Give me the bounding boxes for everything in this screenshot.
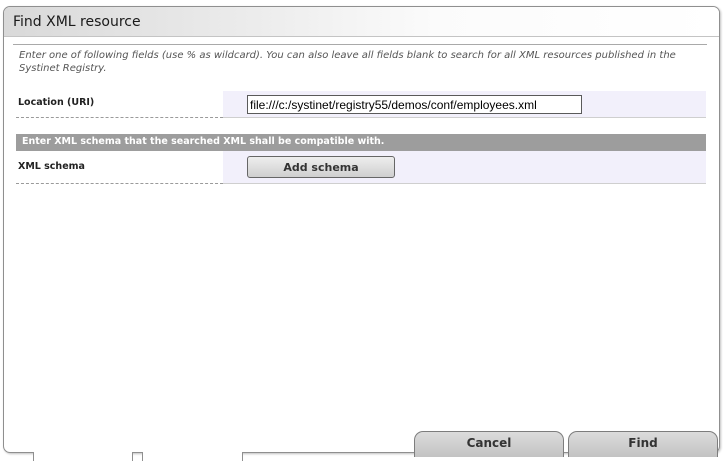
location-value-cell xyxy=(223,91,706,118)
xml-schema-row: XML schema Add schema xyxy=(16,151,706,184)
schema-section-header-text: Enter XML schema that the searched XML s… xyxy=(22,136,385,147)
xml-schema-label-cell: XML schema xyxy=(16,151,223,184)
dialog-title: Find XML resource xyxy=(13,14,141,30)
location-label: Location (URI) xyxy=(18,97,95,108)
find-xml-resource-dialog: Find XML resource Enter one of following… xyxy=(3,6,720,453)
location-row: Location (URI) xyxy=(16,91,706,118)
background-panel-middle xyxy=(142,452,243,461)
top-divider xyxy=(13,44,707,45)
location-uri-input[interactable] xyxy=(247,95,582,114)
find-button[interactable]: Find xyxy=(568,431,718,457)
xml-schema-label: XML schema xyxy=(18,161,85,172)
cancel-button[interactable]: Cancel xyxy=(414,431,564,457)
dialog-title-bar: Find XML resource xyxy=(4,7,719,37)
search-hint: Enter one of following fields (use % as … xyxy=(19,50,676,74)
location-label-cell: Location (URI) xyxy=(16,91,223,118)
schema-section-header: Enter XML schema that the searched XML s… xyxy=(16,134,706,151)
background-panel-left xyxy=(33,452,133,461)
xml-schema-value-cell: Add schema xyxy=(223,151,706,184)
add-schema-button[interactable]: Add schema xyxy=(247,156,395,178)
